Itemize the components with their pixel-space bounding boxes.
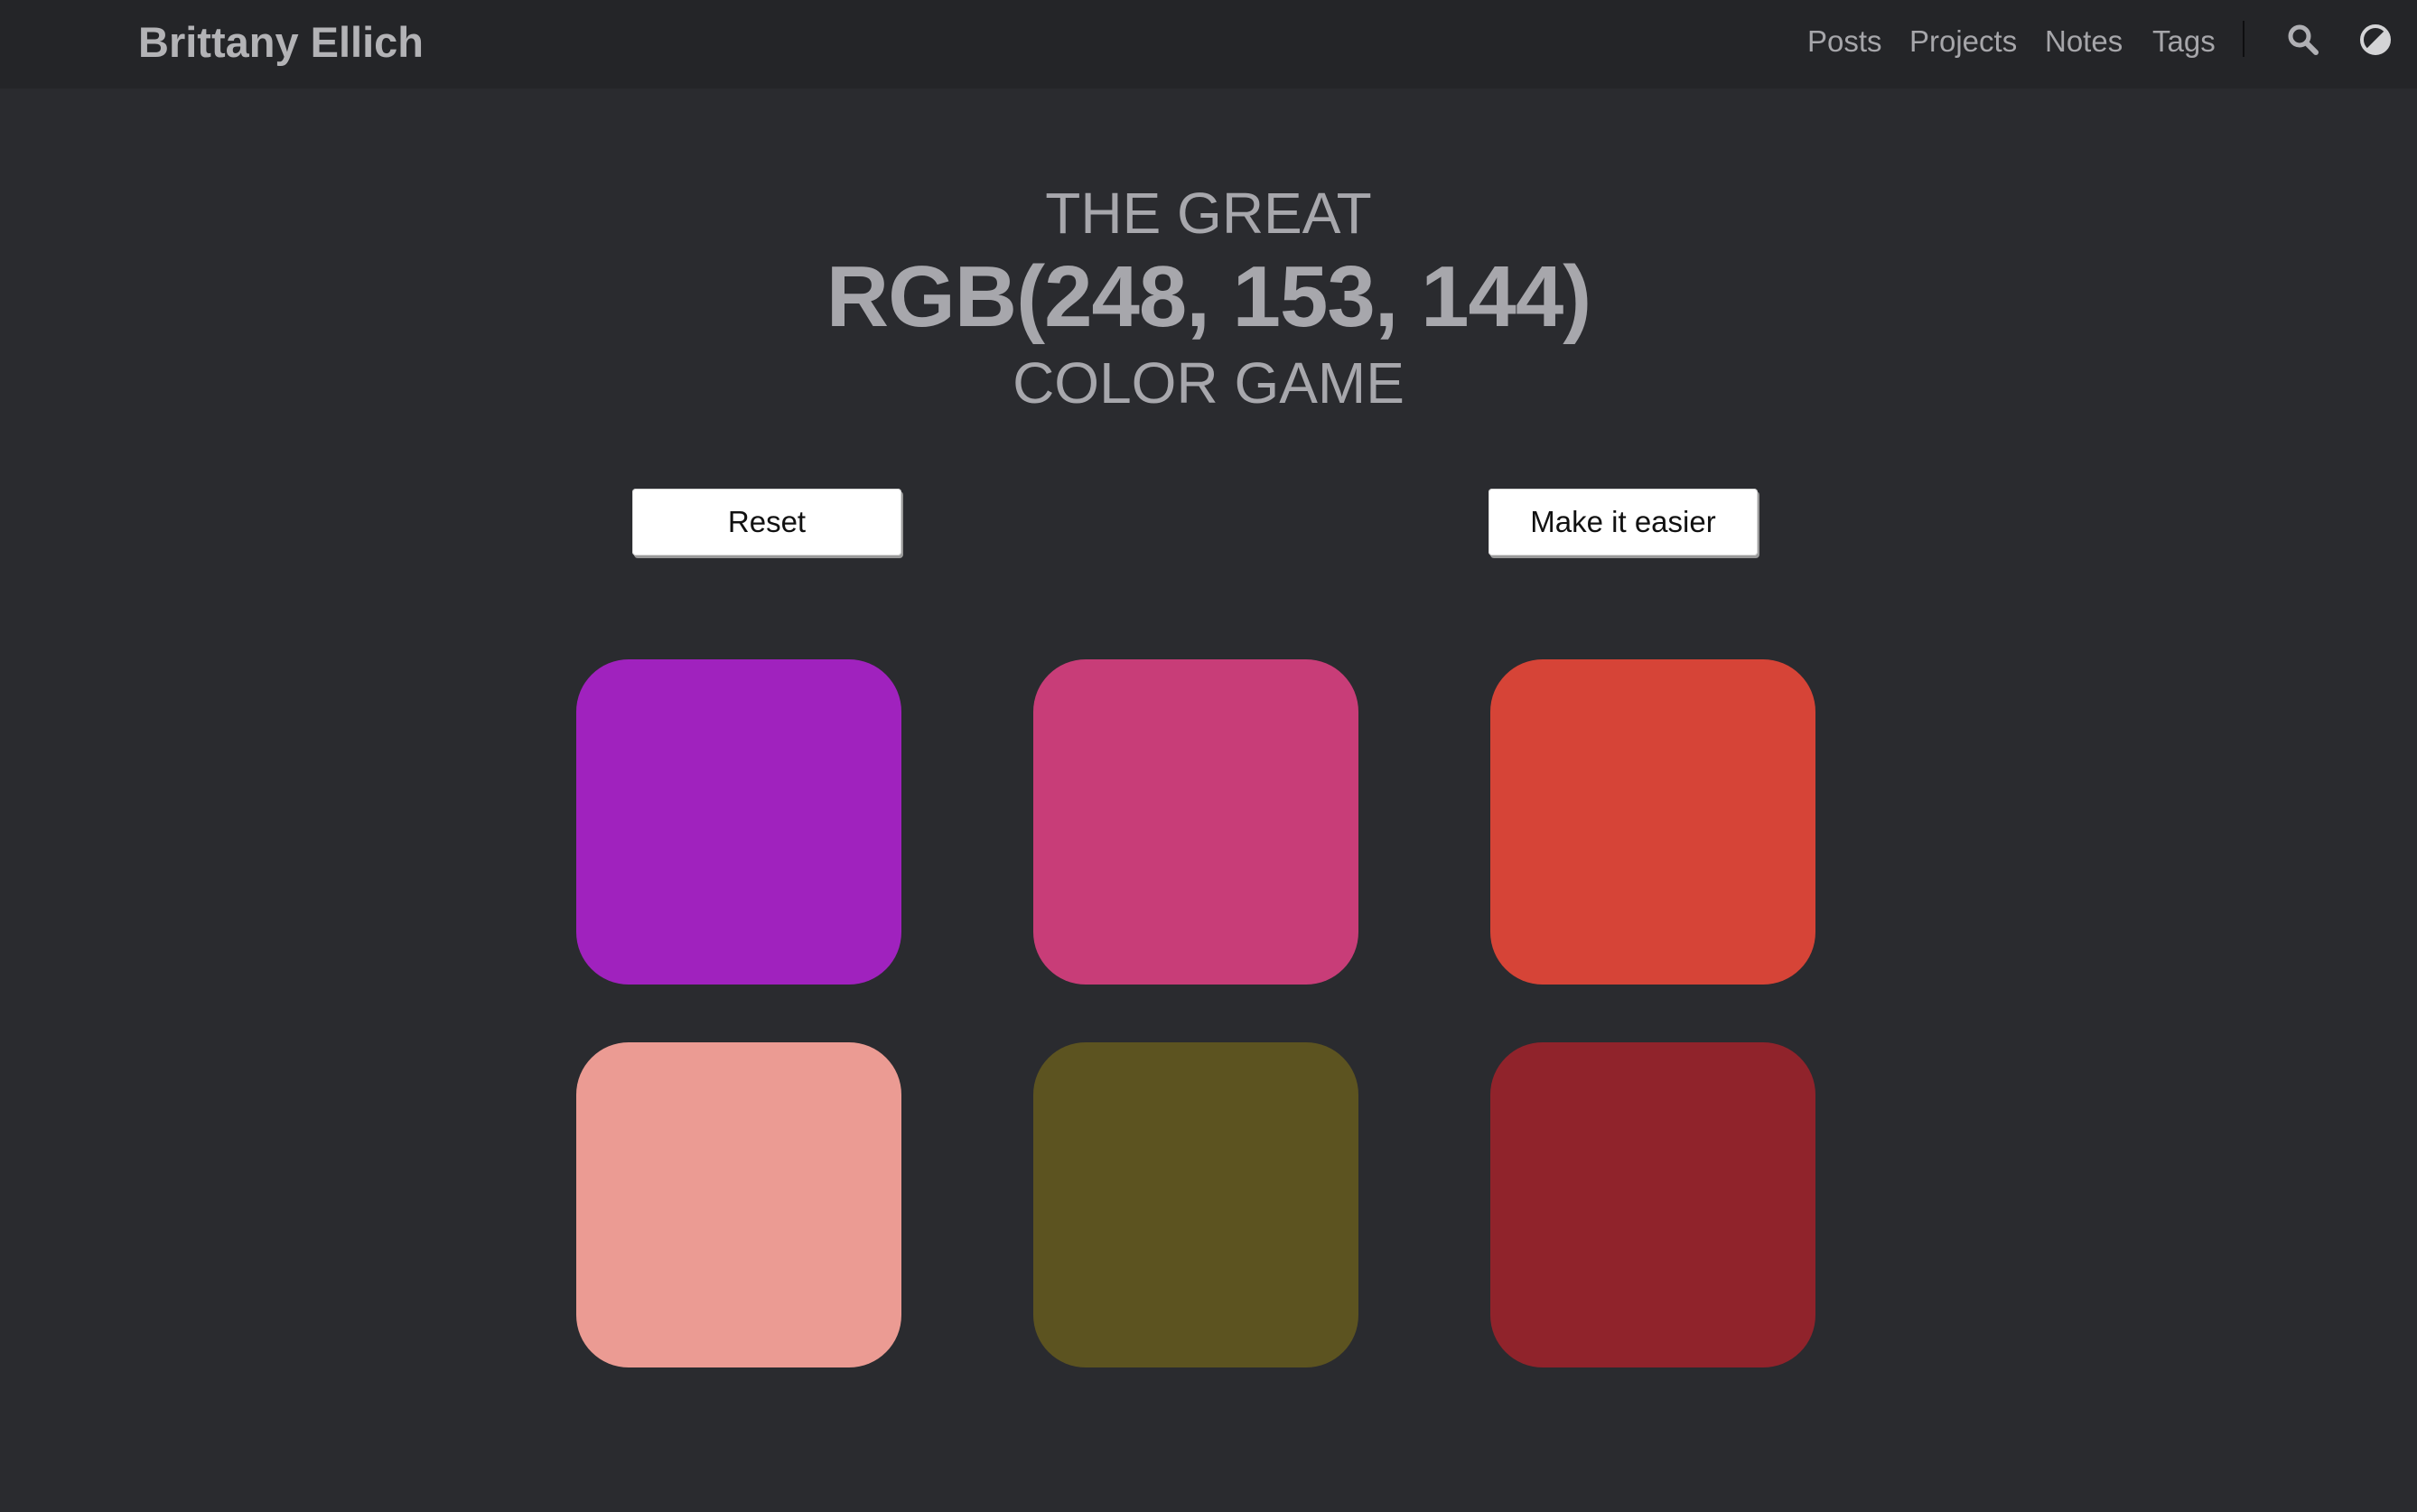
reset-button[interactable]: Reset: [632, 489, 901, 555]
search-icon[interactable]: [2286, 23, 2320, 57]
make-it-easier-button[interactable]: Make it easier: [1488, 489, 1758, 555]
heading-the-great: THE GREAT: [1045, 181, 1372, 246]
color-swatch-6[interactable]: [1490, 1042, 1815, 1367]
target-color-rgb: RGB(248, 153, 144): [826, 248, 1591, 345]
heading-color-game: COLOR GAME: [1013, 350, 1404, 415]
nav-links: Posts Projects Notes Tags: [0, 19, 2417, 64]
color-swatch-3[interactable]: [1490, 659, 1815, 985]
nav-link-projects[interactable]: Projects: [1909, 19, 2017, 64]
nav-divider: [2243, 21, 2244, 57]
color-swatch-5[interactable]: [1033, 1042, 1358, 1367]
color-swatch-1[interactable]: [576, 659, 901, 985]
top-navigation-bar: Brittany Ellich Posts Projects Notes Tag…: [0, 0, 2417, 89]
theme-toggle-icon[interactable]: [2358, 23, 2393, 57]
nav-link-tags[interactable]: Tags: [2152, 19, 2216, 64]
color-swatch-2[interactable]: [1033, 659, 1358, 985]
nav-link-notes[interactable]: Notes: [2045, 19, 2123, 64]
color-swatch-4[interactable]: [576, 1042, 901, 1367]
nav-link-posts[interactable]: Posts: [1807, 19, 1882, 64]
